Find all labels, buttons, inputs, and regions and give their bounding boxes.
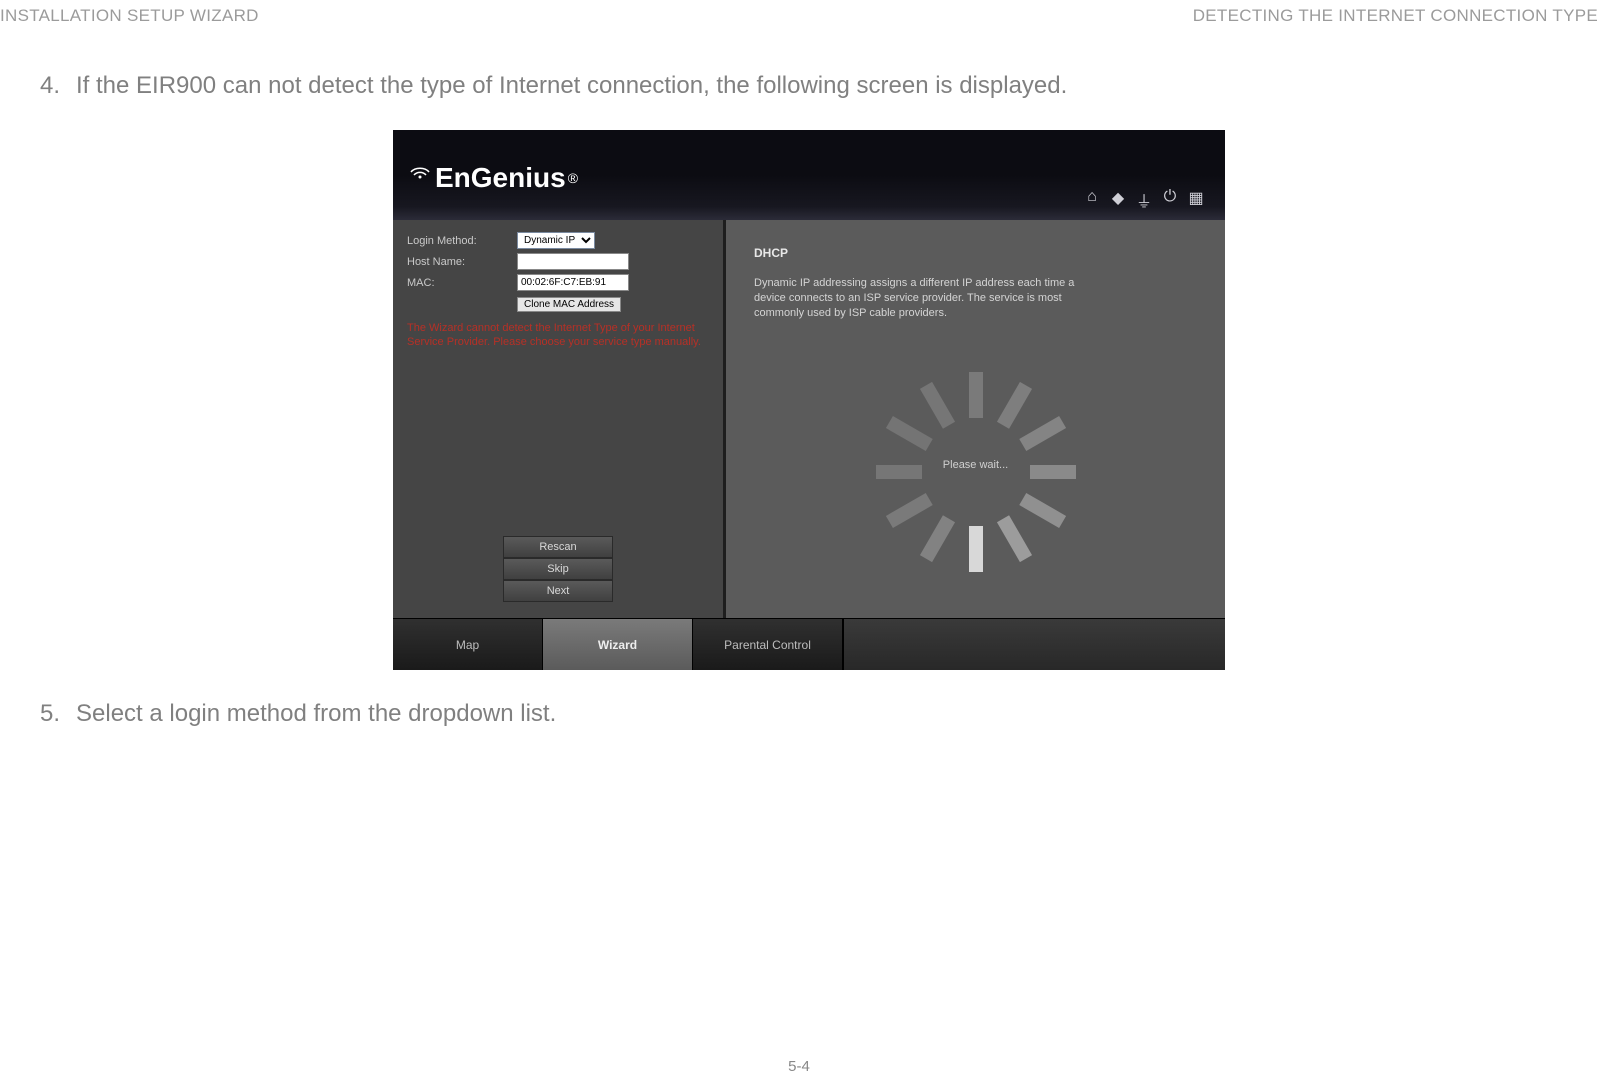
skip-button[interactable]: Skip [503,558,613,580]
clone-mac-button[interactable]: Clone MAC Address [517,297,621,312]
tab-map[interactable]: Map [393,619,543,670]
brand-logo: EnGenius ® [413,162,578,194]
bottom-tabs: Map Wizard Parental Control [393,618,1225,670]
tab-spacer [843,619,1225,670]
dhcp-description: Dynamic IP addressing assigns a differen… [754,276,1104,321]
dhcp-title: DHCP [754,246,1197,260]
step-5-text: Select a login method from the dropdown … [76,700,556,728]
step-4-number: 4. [40,72,66,100]
top-bar: EnGenius ® ⌂ ◆ ⏚ ⏻ ▦ [393,130,1225,220]
step-5: 5. Select a login method from the dropdo… [40,700,1578,728]
tab-parental-control[interactable]: Parental Control [693,619,843,670]
network-icon[interactable]: ◆ [1109,188,1127,212]
wifi-icon [409,162,431,180]
language-icon[interactable]: ▦ [1187,188,1205,212]
antenna-icon[interactable]: ⏚ [1135,188,1153,212]
login-method-select[interactable]: Dynamic IP [517,232,595,249]
main-row: Login Method: Dynamic IP Host Name: MAC:… [393,220,1225,618]
home-icon[interactable]: ⌂ [1083,188,1101,212]
power-icon[interactable]: ⏻ [1161,188,1179,212]
wizard-warning: The Wizard cannot detect the Internet Ty… [407,322,709,350]
host-name-input[interactable] [517,253,629,270]
header-right: DETECTING THE INTERNET CONNECTION TYPE [1193,6,1598,26]
brand-reg: ® [568,170,578,186]
router-screenshot: EnGenius ® ⌂ ◆ ⏚ ⏻ ▦ Login Method: Dynam… [393,130,1225,670]
mac-input[interactable] [517,274,629,291]
left-panel: Login Method: Dynamic IP Host Name: MAC:… [393,220,723,618]
right-panel: DHCP Dynamic IP addressing assigns a dif… [723,220,1225,618]
login-method-label: Login Method: [407,235,511,247]
tab-wizard[interactable]: Wizard [543,619,693,670]
next-button[interactable]: Next [503,580,613,602]
step-5-number: 5. [40,700,66,728]
page-number: 5-4 [0,1058,1598,1075]
top-icons: ⌂ ◆ ⏚ ⏻ ▦ [1083,188,1205,212]
mac-label: MAC: [407,277,511,289]
header-left: INSTALLATION SETUP WIZARD [0,6,259,26]
host-name-label: Host Name: [407,256,511,268]
please-wait-text: Please wait... [943,459,1008,471]
step-4: 4. If the EIR900 can not detect the type… [40,72,1578,100]
loading-spinner: Please wait... [726,365,1225,565]
step-4-text: If the EIR900 can not detect the type of… [76,72,1067,100]
rescan-button[interactable]: Rescan [503,536,613,558]
brand-text: EnGenius [435,162,566,194]
